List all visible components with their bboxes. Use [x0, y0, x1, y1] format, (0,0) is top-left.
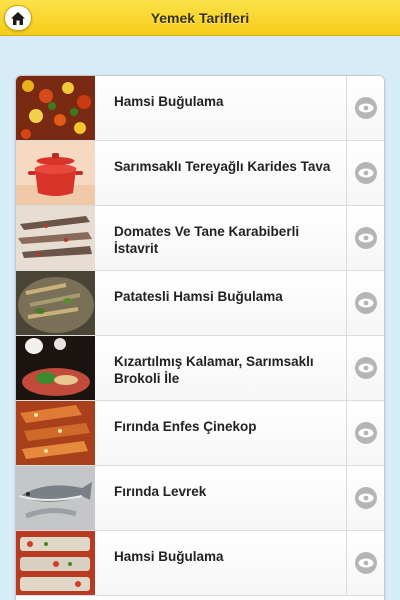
- recipe-title: Hamsi Buğulama: [114, 94, 224, 109]
- recipe-title: Fırında Levrek: [114, 484, 207, 499]
- view-recipe-button[interactable]: [346, 271, 384, 335]
- view-recipe-button[interactable]: [346, 531, 384, 595]
- eye-icon: [354, 162, 377, 184]
- recipe-title: Hamsi Buğulama: [114, 549, 224, 564]
- view-recipe-button[interactable]: [346, 466, 384, 530]
- view-recipe-button[interactable]: [346, 76, 384, 140]
- eye-icon: [354, 422, 377, 444]
- eye-icon: [354, 227, 377, 249]
- recipe-title: Kızartılmış Kalamar, Sarımsaklı Brokoli …: [114, 354, 314, 386]
- recipe-thumbnail: [16, 401, 95, 465]
- recipe-row[interactable]: Patatesli Hamsi Buğulama: [16, 271, 384, 336]
- recipe-row[interactable]: Kızartılmış Kalamar, Sarımsaklı Brokoli …: [16, 336, 384, 401]
- recipe-title: Domates Ve Tane Karabiberli İstavrit: [114, 224, 300, 256]
- eye-icon: [354, 357, 377, 379]
- recipe-title: Fırında Enfes Çinekop: [114, 419, 257, 434]
- recipe-list: Hamsi Buğulama Sarımsaklı Tereyağlı Kari…: [15, 75, 385, 600]
- recipe-row[interactable]: Domates Ve Tane Karabiberli İstavrit: [16, 206, 384, 271]
- recipe-thumbnail: [16, 336, 95, 400]
- eye-icon: [354, 97, 377, 119]
- recipe-thumbnail: [16, 466, 95, 530]
- recipe-thumbnail: [16, 206, 95, 270]
- eye-icon: [354, 292, 377, 314]
- view-recipe-button[interactable]: [346, 401, 384, 465]
- recipe-thumbnail: [16, 76, 95, 140]
- recipe-row[interactable]: Sarımsaklı Tereyağlı Karides Tava: [16, 141, 384, 206]
- recipe-thumbnail: [16, 271, 95, 335]
- recipe-row[interactable]: Hamsi Buğulama: [16, 531, 384, 596]
- view-recipe-button[interactable]: [346, 141, 384, 205]
- eye-icon: [354, 552, 377, 574]
- eye-icon: [354, 487, 377, 509]
- view-recipe-button[interactable]: [346, 336, 384, 400]
- recipe-row[interactable]: Hamsi Buğulama: [16, 76, 384, 141]
- recipe-row[interactable]: Fırında Levrek: [16, 466, 384, 531]
- header-bar: Yemek Tarifleri: [0, 0, 400, 36]
- recipe-thumbnail: [16, 531, 95, 595]
- page-title: Yemek Tarifleri: [150, 9, 250, 26]
- home-icon: [11, 11, 25, 25]
- recipe-thumbnail: [16, 141, 95, 205]
- recipe-title: Patatesli Hamsi Buğulama: [114, 289, 283, 304]
- recipe-title: Sarımsaklı Tereyağlı Karides Tava: [114, 159, 331, 174]
- recipe-row[interactable]: Fırında Enfes Çinekop: [16, 401, 384, 466]
- view-recipe-button[interactable]: [346, 206, 384, 270]
- home-button[interactable]: [4, 5, 32, 31]
